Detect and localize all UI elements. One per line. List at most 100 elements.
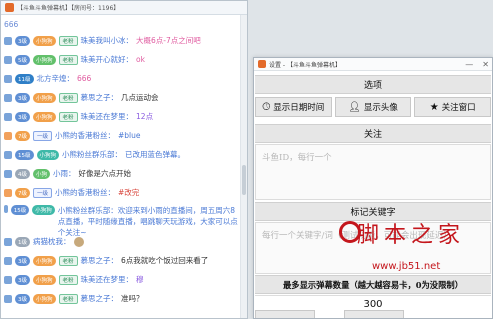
user-tag: 老粉 xyxy=(58,54,78,65)
username[interactable]: 小熊粉丝群乐部： xyxy=(58,206,118,215)
user-avatar-icon xyxy=(4,112,12,121)
user-level-badge: 4级 xyxy=(15,168,30,179)
star-icon: ★ xyxy=(429,101,439,113)
user-avatar-icon xyxy=(4,237,12,246)
follow-placeholder: 斗鱼ID，每行一个 xyxy=(262,153,332,163)
user-tag: 老粉 xyxy=(58,35,78,46)
chat-line: 3级 小狗狗 老粉 珠美还在梦里：穆 xyxy=(4,270,238,289)
user-level-badge: 3级 xyxy=(15,92,30,103)
username[interactable]: 病猫枕我： xyxy=(33,236,71,247)
user-icon: 👤︎ xyxy=(348,101,361,113)
chat-message-text: 6点我就吃个饭过回来看了 xyxy=(121,256,209,265)
chat-message-text: 准吗？ xyxy=(121,294,144,303)
show-avatar-button[interactable]: 👤︎ 显示头像 xyxy=(334,97,412,117)
username[interactable]: 慕思之子： xyxy=(81,92,119,103)
username[interactable]: 慕思之子： xyxy=(81,293,119,304)
chat-message-text: 12点 xyxy=(136,112,154,121)
chat-line: 15级 小狗狗 小熊粉丝群乐部：欢迎来到小雨的直播间，周五周六8点直播，平时随缘直播… xyxy=(4,202,238,237)
settings-app-icon xyxy=(258,60,266,68)
user-level-badge: 7级 xyxy=(15,187,30,198)
user-tag: 老粉 xyxy=(58,111,78,122)
user-avatar-icon xyxy=(4,188,12,197)
section-options-header: 选项 xyxy=(255,75,491,94)
user-avatar-icon xyxy=(4,256,12,265)
chat-line: 7级 一级 小熊的香港粉丝： #blue xyxy=(4,126,238,145)
show-date-button[interactable]: 🕓︎ 显示日期时间 xyxy=(255,97,332,117)
chat-titlebar[interactable]: 【斗鱼斗鱼弹幕机】【房间号：1196】 xyxy=(1,1,247,15)
username[interactable]: 珠美开心就好： xyxy=(81,54,134,65)
chat-line: 11级 北方辛煌： 666 xyxy=(4,69,238,88)
username[interactable]: 珠美还在梦里： xyxy=(81,111,134,122)
fan-badge: 小狗狗 xyxy=(36,149,60,160)
user-tag: 老粉 xyxy=(58,92,78,103)
chat-message-text: 666 xyxy=(77,74,92,83)
user-level-badge: 1级 xyxy=(15,236,30,247)
max-danmaku-value: 300 xyxy=(363,299,383,310)
gift-icon xyxy=(73,236,84,247)
settings-window-title: 设置 - 【斗鱼斗鱼弹幕机】 xyxy=(269,61,341,69)
window-controls: — ✕ xyxy=(465,60,489,69)
close-button[interactable]: ✕ xyxy=(482,60,489,69)
chat-line: 15级 小狗狗 小熊粉丝群乐部： 已改用蓝色弹幕。 xyxy=(4,145,238,164)
section-options-label: 选项 xyxy=(363,81,382,91)
watermark-text: 脚本之家 xyxy=(357,223,466,248)
user-avatar-icon xyxy=(4,205,8,213)
user-avatar-icon xyxy=(4,294,12,303)
user-avatar-icon xyxy=(4,36,12,45)
options-button-row: 🕓︎ 显示日期时间 👤︎ 显示头像 ★ 关注窗口 xyxy=(255,97,492,117)
fan-badge: 小狗狗 xyxy=(33,54,56,65)
fan-badge: 小狗狗 xyxy=(33,293,56,304)
chat-scrollbar[interactable] xyxy=(240,15,247,318)
username[interactable]: 慕思之子： xyxy=(81,255,119,266)
chat-message-text: 穆 xyxy=(136,275,144,284)
bottom-button-left[interactable] xyxy=(255,310,315,318)
chat-line: 4级 小狗 小雨： 好像是六点开始 xyxy=(4,164,238,183)
show-date-label: 显示日期时间 xyxy=(273,103,325,113)
settings-titlebar[interactable]: 设置 - 【斗鱼斗鱼弹幕机】 xyxy=(254,58,492,71)
user-avatar-icon xyxy=(4,169,12,178)
system-number-line: 666 xyxy=(4,17,238,31)
chat-line: 7级 一级 小熊的香港粉丝： #改完 xyxy=(4,183,238,202)
chat-message-text: 几点运动会 xyxy=(121,93,159,102)
user-level-badge: 3级 xyxy=(15,111,30,122)
follow-textarea[interactable]: 斗鱼ID，每行一个 xyxy=(255,144,491,200)
chat-message-text: 大概6点-7点之间吧 xyxy=(136,36,201,45)
username[interactable]: 小熊粉丝群乐部： xyxy=(62,149,122,160)
chat-message-text: #改完 xyxy=(118,188,140,197)
chat-message-text: ok xyxy=(136,55,145,64)
user-tag: 老粉 xyxy=(58,293,78,304)
show-avatar-label: 显示头像 xyxy=(363,103,398,113)
minimize-button[interactable]: — xyxy=(465,60,473,69)
top-number: 666 xyxy=(4,19,19,29)
username[interactable]: 北方辛煌： xyxy=(37,73,75,84)
user-avatar-icon xyxy=(4,55,12,64)
clock-icon: 🕓︎ xyxy=(262,101,271,113)
chat-message-text: 好像是六点开始 xyxy=(78,169,132,178)
douyu-app-icon xyxy=(5,3,14,12)
pin-window-button[interactable]: ★ 关注窗口 xyxy=(414,97,492,117)
username[interactable]: 小雨： xyxy=(53,168,76,179)
user-avatar-icon xyxy=(4,131,12,140)
chat-scrollbar-thumb[interactable] xyxy=(242,165,246,195)
chat-message-list: 666 3级 小狗狗 老粉 珠美我叫小冰： 大概6点-7点之间吧 5级 小狗狗 老粉 珠美开心就… xyxy=(4,17,238,308)
user-avatar-icon xyxy=(4,74,12,83)
section-follow-header: 关注 xyxy=(255,124,491,143)
chat-line: 3级 小狗狗 老粉 珠美我叫小冰： 大概6点-7点之间吧 xyxy=(4,31,238,50)
pin-window-label: 关注窗口 xyxy=(441,103,476,113)
wrapped-message: 小熊粉丝群乐部：欢迎来到小雨的直播间，周五周六8点直播，平时随缘直播，唱跳聊天玩… xyxy=(58,205,238,238)
username[interactable]: 小熊的香港粉丝： xyxy=(55,130,115,141)
user-avatar-icon xyxy=(4,93,12,102)
chat-line: 3级 小狗狗 老粉 慕思之子： 准吗？ xyxy=(4,289,238,308)
fan-badge: 小狗 xyxy=(33,168,51,179)
username[interactable]: 小熊的香港粉丝： xyxy=(55,187,115,198)
username[interactable]: 珠美我叫小冰： xyxy=(81,35,134,46)
chat-line: 3级 小狗狗 老粉 珠美还在梦里： 12点 xyxy=(4,107,238,126)
username[interactable]: 珠美还在梦里： xyxy=(81,274,134,285)
section-follow-label: 关注 xyxy=(363,130,382,140)
user-level-badge: 15级 xyxy=(10,205,30,215)
bottom-button-middle[interactable] xyxy=(344,310,404,318)
user-level-badge: 3级 xyxy=(15,293,30,304)
user-level-badge: 3级 xyxy=(15,35,30,46)
fan-badge: 小狗狗 xyxy=(33,255,56,266)
fan-badge: 小狗狗 xyxy=(33,35,56,46)
